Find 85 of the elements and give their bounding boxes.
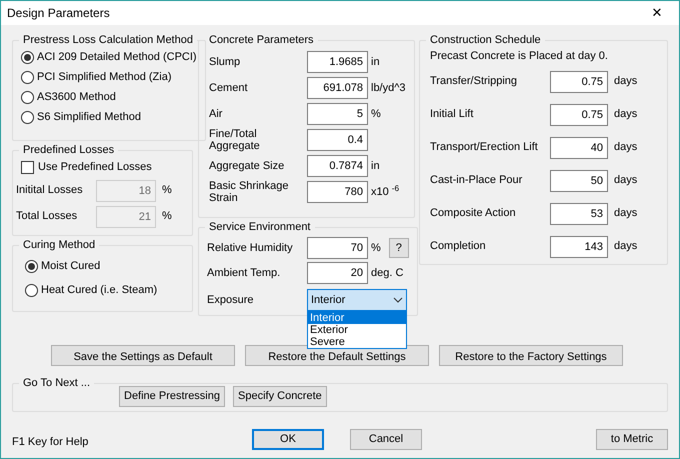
exposure-dropdown[interactable]: Interior	[307, 289, 407, 311]
field-label: Cement	[208, 82, 249, 94]
group-title: Go To Next ...	[22, 376, 92, 390]
window-title: Design Parameters	[7, 5, 110, 22]
radio-button[interactable]	[21, 70, 34, 84]
number-field[interactable]: 53	[550, 202, 608, 224]
radio-button[interactable]	[21, 110, 34, 124]
group-title: Prestress Loss Calculation Method	[22, 33, 194, 47]
unit-label: in	[371, 158, 380, 174]
push-button[interactable]: OK	[252, 428, 324, 450]
field-label: Composite Action	[429, 206, 517, 222]
unit-label: in	[371, 54, 380, 70]
field-label: Total Losses	[16, 208, 78, 224]
unit-label: lb/yd^3	[371, 80, 406, 96]
unit-label: deg. C	[371, 266, 404, 281]
group-title: Concrete Parameters	[208, 33, 315, 47]
push-button[interactable]: Define Prestressing	[119, 386, 225, 407]
push-button[interactable]: Restore the Default Settings	[245, 345, 429, 366]
radio-option[interactable]: Moist Cured	[25, 256, 184, 276]
number-field[interactable]: 70	[307, 237, 368, 259]
close-button[interactable]: ✕	[635, 1, 679, 25]
radio-option[interactable]: AS3600 Method	[21, 87, 197, 107]
radio-option[interactable]: ACI 209 Detailed Method (CPCI)	[21, 47, 197, 67]
group-title: Construction Schedule	[429, 33, 542, 47]
radio-option[interactable]: PCI Simplified Method (Zia)	[21, 67, 197, 87]
radio-button[interactable]	[25, 260, 38, 272]
field-label: Relative Humidity	[207, 240, 294, 256]
unit-label: days	[614, 74, 638, 90]
number-field[interactable]: 0.7874	[307, 155, 368, 177]
unit-label: %	[162, 182, 172, 198]
group-title: Service Environment	[208, 220, 312, 234]
dropdown-option[interactable]: Severe	[308, 336, 406, 348]
checkbox[interactable]	[21, 160, 34, 174]
unit-label: days	[614, 140, 638, 156]
field-label: Exposure	[207, 292, 254, 308]
field-label: Fine/Total Aggregate	[208, 128, 261, 152]
radio-button[interactable]	[21, 50, 34, 64]
unit-label: x10 $^{-6}$	[371, 184, 400, 200]
field-label: Aggregate Size	[208, 160, 286, 172]
number-field[interactable]: 1.9685	[307, 51, 368, 73]
field-label: Slump	[208, 56, 242, 68]
push-button[interactable]: Save the Settings as Default	[51, 345, 235, 366]
schedule-note: Precast Concrete is Placed at day 0.	[430, 49, 609, 64]
group-title: Curing Method	[22, 238, 96, 252]
help-button[interactable]: ?	[388, 238, 409, 258]
push-button[interactable]: to Metric	[596, 428, 668, 450]
field-label: Transfer/Stripping	[429, 74, 518, 90]
unit-label: days	[614, 107, 638, 122]
unit-label: %	[371, 106, 381, 122]
radio-option[interactable]: S6 Simplified Method	[21, 107, 197, 127]
unit-label: %	[162, 208, 172, 224]
number-field[interactable]: 0.4	[307, 129, 368, 151]
push-button[interactable]: Restore to the Factory Settings	[439, 345, 623, 366]
field-label: Initial Lift	[429, 107, 474, 122]
number-field[interactable]: 143	[550, 236, 608, 258]
push-button[interactable]: Cancel	[350, 428, 422, 450]
field-label: Initital Losses	[16, 182, 84, 198]
radio-button[interactable]	[21, 90, 34, 104]
number-field[interactable]: 0.75	[550, 104, 608, 126]
push-button[interactable]: Specify Concrete	[233, 386, 327, 407]
number-field[interactable]: 780	[307, 181, 368, 203]
field-label: Completion	[429, 239, 487, 254]
number-field[interactable]: 691.078	[307, 77, 368, 99]
number-field[interactable]: 20	[307, 262, 368, 284]
field-label: Transport/Erection Lift	[429, 140, 539, 156]
checkbox-option[interactable]: Use Predefined Losses	[21, 157, 184, 177]
unit-label: %	[371, 240, 381, 256]
group-title: Predefined Losses	[22, 143, 116, 157]
number-field[interactable]: 40	[550, 136, 608, 158]
field-label: Cast-in-Place Pour	[429, 173, 524, 188]
help-hint: F1 Key for Help	[12, 434, 90, 450]
field-label: Air	[208, 108, 224, 120]
dropdown-option[interactable]: Exterior	[308, 324, 406, 336]
number-field[interactable]: 0.75	[550, 70, 608, 92]
unit-label: days	[614, 173, 638, 188]
field-label: Basic Shrinkage Strain	[208, 180, 290, 204]
number-field[interactable]: 5	[307, 103, 368, 125]
unit-label: days	[614, 206, 638, 222]
chevron-down-icon	[393, 297, 403, 303]
dropdown-option[interactable]: Interior	[308, 312, 406, 324]
radio-option[interactable]: Heat Cured (i.e. Steam)	[25, 280, 184, 300]
field-label: Ambient Temp.	[207, 266, 282, 281]
number-field[interactable]: 50	[550, 170, 608, 192]
unit-label: days	[614, 239, 638, 254]
radio-button[interactable]	[25, 284, 38, 296]
